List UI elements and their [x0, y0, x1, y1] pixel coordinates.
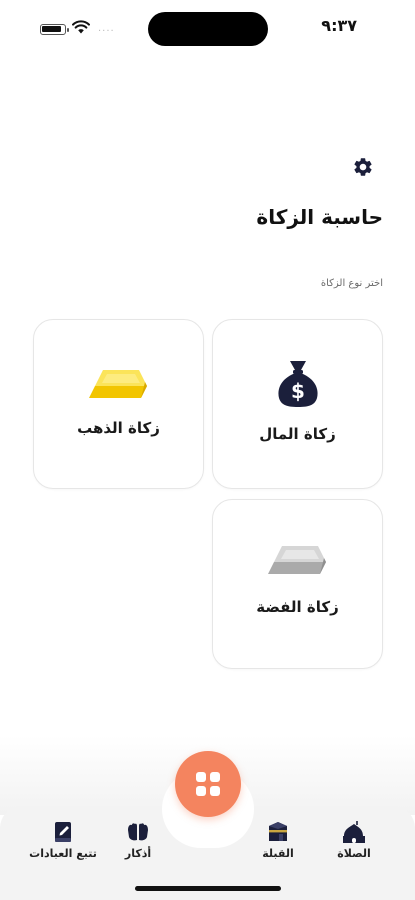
book-icon: [55, 822, 71, 842]
dynamic-island: [148, 12, 268, 46]
kaaba-icon: [269, 822, 287, 841]
svg-text:$: $: [291, 379, 305, 403]
money-bag-icon: $: [277, 361, 318, 407]
page-title: حاسبة الزكاة: [256, 205, 383, 229]
gold-bar-icon: [88, 370, 147, 398]
signal-dots: ····: [98, 26, 115, 37]
nav-item-qibla[interactable]: القبلة: [238, 820, 318, 870]
nav-label-adhkar: أذكار: [124, 847, 152, 860]
section-hint: اختر نوع الزكاة: [320, 278, 383, 289]
praying-hands-icon: [128, 823, 148, 841]
zakat-money-card[interactable]: $ زكاة المال: [212, 319, 383, 489]
zakat-silver-card[interactable]: زكاة الفضة: [212, 499, 383, 669]
menu-fab-button[interactable]: [175, 751, 241, 817]
status-time: ٩:٣٧: [321, 16, 357, 35]
zakat-gold-card[interactable]: زكاة الذهب: [33, 319, 204, 489]
battery-icon: [40, 24, 69, 35]
zakat-money-label: زكاة المال: [259, 425, 336, 443]
nav-label-worship-tracker: تتبع العبادات: [29, 847, 97, 860]
nav-label-prayer: الصلاة: [337, 847, 371, 860]
nav-item-adhkar[interactable]: أذكار: [98, 820, 178, 870]
silver-bar-icon: [267, 546, 326, 574]
nav-item-prayer[interactable]: الصلاة: [314, 820, 394, 870]
status-bar: ···· ٩:٣٧: [0, 0, 415, 56]
zakat-silver-label: زكاة الفضة: [256, 598, 339, 616]
wifi-icon: [72, 20, 90, 34]
grid-icon: [196, 772, 220, 796]
zakat-calculator-screen: ···· ٩:٣٧ حاسبة الزكاة اختر نوع الزكاة $…: [0, 0, 415, 900]
nav-label-qibla: القبلة: [262, 847, 294, 860]
home-indicator[interactable]: [135, 886, 281, 891]
nav-item-worship-tracker[interactable]: تتبع العبادات: [23, 820, 103, 870]
zakat-gold-label: زكاة الذهب: [77, 419, 160, 437]
gear-icon[interactable]: [352, 156, 374, 178]
mosque-icon: [343, 821, 365, 843]
